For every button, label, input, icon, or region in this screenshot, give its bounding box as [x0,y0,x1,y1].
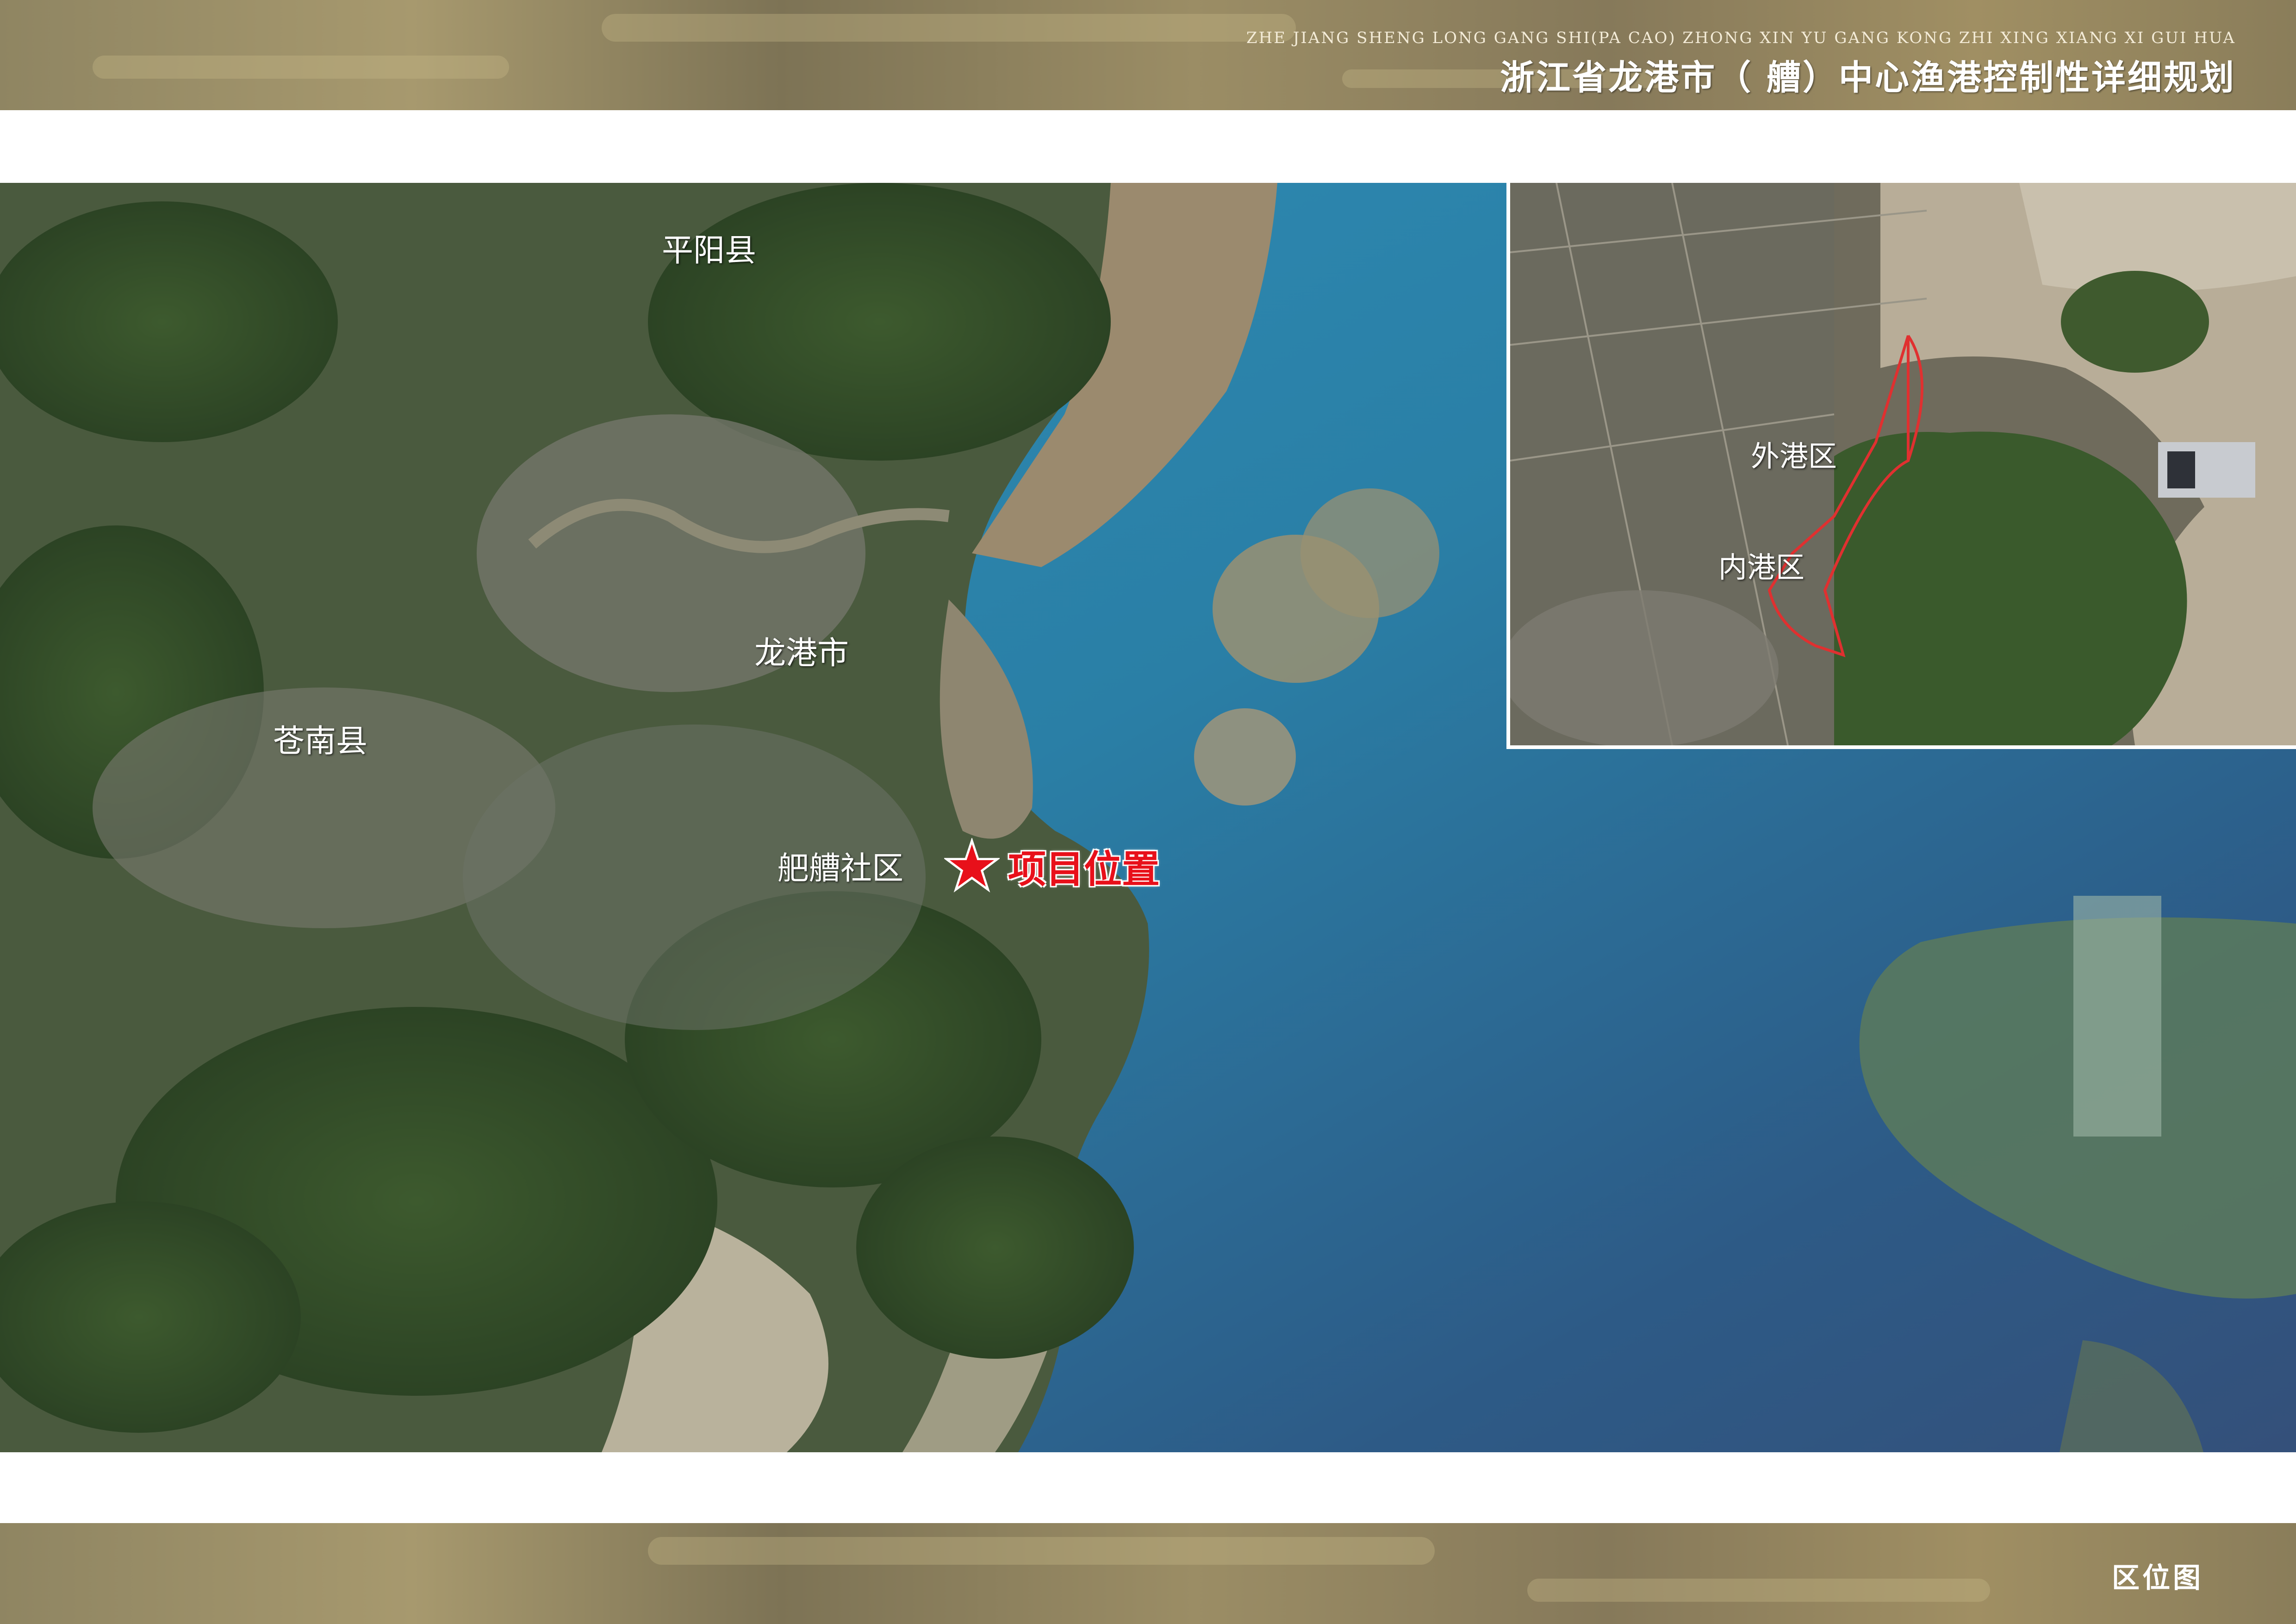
label-outer-harbor: 外港区 [1751,439,1837,473]
footer-band: 区位图 [0,1523,2296,1624]
label-pingyang: 平阳县 [662,232,757,269]
star-icon [944,838,1000,893]
header-band: ZHE JIANG SHENG LONG GANG SHI(PA CAO) ZH… [0,0,2296,110]
label-cangnan: 苍南县 [273,723,368,760]
label-pacao: 舥艚社区 [778,850,904,887]
project-location-label: 项目位置 [1008,847,1160,892]
page-title: 浙江省龙港市（ 艚）中心渔港控制性详细规划 [1500,58,2236,98]
label-longgang: 龙港市 [754,635,849,672]
project-location-marker: 项目位置 [944,838,1160,893]
header-subtitle: ZHE JIANG SHENG LONG GANG SHI(PA CAO) ZH… [1246,29,2236,47]
inset-map: 外港区 内港区 [1506,183,2296,749]
map-type-label: 区位图 [2112,1562,2203,1594]
label-inner-harbor: 内港区 [1718,550,1805,584]
